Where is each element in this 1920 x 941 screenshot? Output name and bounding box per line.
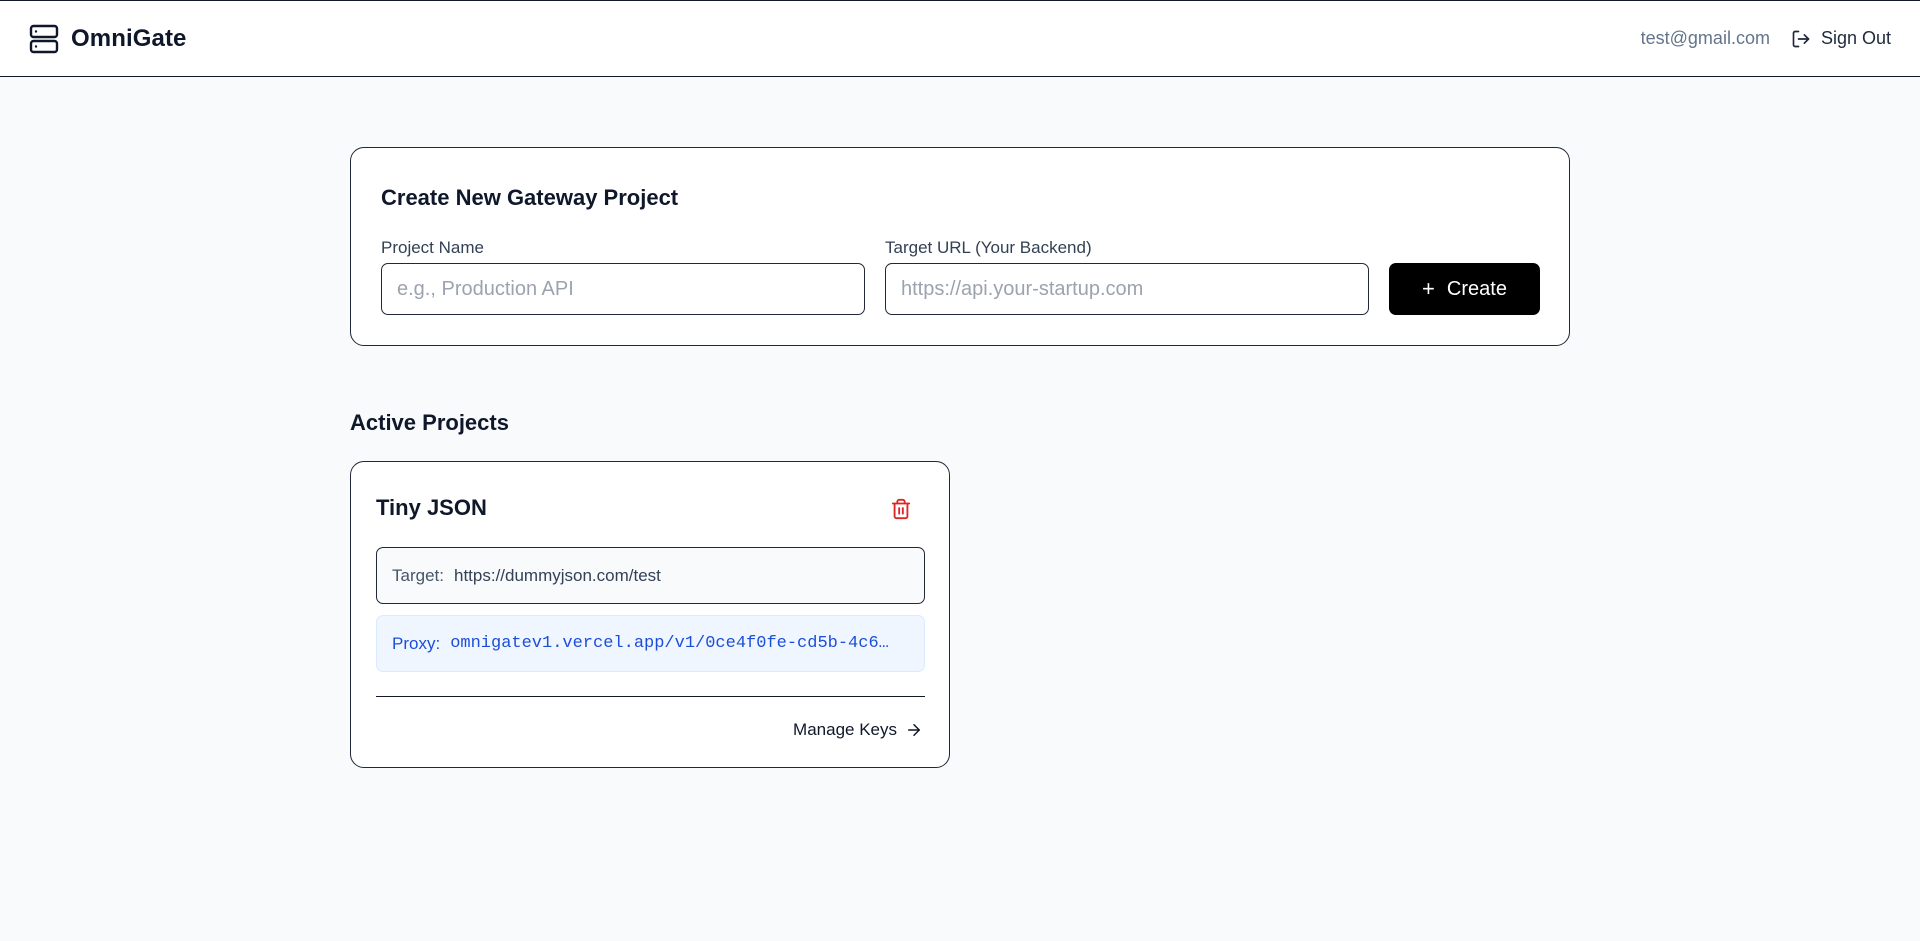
trash-icon: [891, 498, 911, 520]
sign-out-label: Sign Out: [1820, 28, 1891, 48]
brand[interactable]: OmniGate: [29, 24, 187, 54]
proxy-url-box[interactable]: Proxy: omnigatev1.vercel.app/v1/0ce4f0fe…: [376, 615, 925, 672]
log-out-icon: [1792, 30, 1810, 47]
create-project-card: Create New Gateway Project Project Name …: [350, 147, 1570, 346]
create-project-title: Create New Gateway Project: [381, 185, 679, 210]
active-projects-title: Active Projects: [350, 410, 509, 435]
plus-icon: +: [1422, 276, 1435, 301]
manage-keys-link[interactable]: Manage Keys: [793, 720, 923, 740]
top-nav-bar: OmniGate test@gmail.com Sign Out: [0, 0, 1920, 77]
user-area: test@gmail.com Sign Out: [1641, 28, 1891, 49]
create-button-label: Create: [1446, 277, 1507, 300]
target-url-box: Target: https://dummyjson.com/test: [376, 547, 925, 604]
delete-project-button[interactable]: [890, 496, 914, 522]
project-name: Tiny JSON: [376, 495, 487, 520]
target-url-label: Target URL (Your Backend): [885, 238, 1092, 257]
create-button[interactable]: + Create: [1389, 263, 1540, 315]
target-label: Target:: [392, 565, 444, 585]
arrow-right-icon: [908, 724, 920, 736]
target-url-input[interactable]: [885, 263, 1369, 315]
card-divider: [376, 696, 925, 697]
user-email: test@gmail.com: [1640, 28, 1770, 48]
manage-keys-label: Manage Keys: [793, 720, 897, 739]
proxy-label: Proxy:: [392, 633, 441, 653]
project-card: Tiny JSON Target: https://dummyjson.com/…: [350, 461, 950, 768]
project-name-input[interactable]: [381, 263, 865, 315]
sign-out-button[interactable]: Sign Out: [1791, 28, 1891, 49]
project-name-label: Project Name: [381, 238, 484, 257]
target-url-value: https://dummyjson.com/test: [453, 565, 661, 585]
proxy-url-value[interactable]: omnigatev1.vercel.app/v1/0ce4f0fe-cd5b-4…: [450, 634, 909, 653]
server-icon: [29, 24, 59, 53]
app-name: OmniGate: [71, 24, 187, 52]
